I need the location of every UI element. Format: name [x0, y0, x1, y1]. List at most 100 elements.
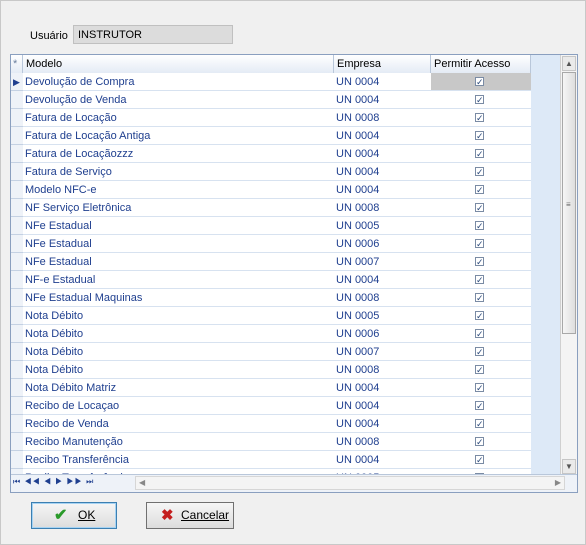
scroll-left-icon[interactable]: ◀ — [139, 477, 145, 489]
row-indicator[interactable] — [11, 451, 23, 469]
cell-model[interactable]: Nota Débito — [23, 361, 334, 379]
cell-company[interactable]: UN 0004 — [334, 451, 431, 469]
cell-model[interactable]: Recibo Manutenção — [23, 433, 334, 451]
access-checkbox[interactable]: ✓ — [475, 149, 484, 159]
navigator-buttons[interactable]: ⏮ ◀◀ ◀ ▶ ▶▶ ⏭ — [13, 477, 94, 487]
access-checkbox[interactable]: ✓ — [475, 239, 484, 249]
row-indicator[interactable] — [11, 325, 23, 343]
access-checkbox[interactable]: ✓ — [475, 77, 484, 87]
cell-company[interactable]: UN 0006 — [334, 325, 431, 343]
cell-company[interactable]: UN 0004 — [334, 163, 431, 181]
header-access[interactable]: Permitir Acesso — [431, 55, 531, 73]
access-checkbox[interactable]: ✓ — [475, 293, 484, 303]
access-checkbox[interactable]: ✓ — [475, 311, 484, 321]
row-indicator[interactable] — [11, 217, 23, 235]
table-row[interactable]: NFe Estadual UN 0006 ✓ — [11, 235, 531, 253]
access-checkbox[interactable]: ✓ — [475, 95, 484, 105]
access-checkbox[interactable]: ✓ — [475, 437, 484, 447]
scroll-down-icon[interactable]: ▼ — [562, 459, 576, 474]
cell-model[interactable]: Nota Débito — [23, 343, 334, 361]
ok-button[interactable]: ✔ OK — [31, 502, 117, 529]
cell-model[interactable]: Fatura de Locação Antiga — [23, 127, 334, 145]
cell-model[interactable]: NFe Estadual — [23, 235, 334, 253]
cell-company[interactable]: UN 0004 — [334, 271, 431, 289]
access-checkbox[interactable]: ✓ — [475, 221, 484, 231]
table-row[interactable]: Nota Débito UN 0005 ✓ — [11, 307, 531, 325]
cell-company[interactable]: UN 0004 — [334, 397, 431, 415]
table-row[interactable]: NFe Estadual UN 0007 ✓ — [11, 253, 531, 271]
row-indicator[interactable] — [11, 91, 23, 109]
cell-model[interactable]: NFe Estadual Maquinas — [23, 289, 334, 307]
cell-model[interactable]: Devolução de Compra — [23, 73, 334, 91]
cell-company[interactable]: UN 0008 — [334, 361, 431, 379]
row-indicator[interactable] — [11, 289, 23, 307]
cell-model[interactable]: Fatura de Serviço — [23, 163, 334, 181]
row-indicator[interactable] — [11, 415, 23, 433]
cell-model[interactable]: Recibo de Locaçao — [23, 397, 334, 415]
table-row[interactable]: Nota Débito UN 0007 ✓ — [11, 343, 531, 361]
cell-model[interactable]: Recibo Transferência — [23, 451, 334, 469]
cell-company[interactable]: UN 0008 — [334, 199, 431, 217]
scroll-thumb[interactable]: ≡ — [562, 72, 576, 334]
cell-company[interactable]: UN 0008 — [334, 109, 431, 127]
cancel-button[interactable]: ✖ Cancelar — [146, 502, 234, 529]
user-field[interactable]: INSTRUTOR — [73, 25, 233, 44]
table-row[interactable]: Recibo de Locaçao UN 0004 ✓ — [11, 397, 531, 415]
cell-company[interactable]: UN 0007 — [334, 253, 431, 271]
access-checkbox[interactable]: ✓ — [475, 257, 484, 267]
cell-company[interactable]: UN 0006 — [334, 235, 431, 253]
access-checkbox[interactable]: ✓ — [475, 329, 484, 339]
table-row[interactable]: NF-e Estadual UN 0004 ✓ — [11, 271, 531, 289]
access-checkbox[interactable]: ✓ — [475, 419, 484, 429]
table-row[interactable]: Modelo NFC-e UN 0004 ✓ — [11, 181, 531, 199]
row-indicator[interactable] — [11, 343, 23, 361]
scroll-up-icon[interactable]: ▲ — [562, 56, 576, 71]
table-row[interactable]: NFe Estadual Maquinas UN 0008 ✓ — [11, 289, 531, 307]
horizontal-scrollbar[interactable]: ◀ ▶ — [135, 476, 565, 490]
row-indicator[interactable] — [11, 379, 23, 397]
row-indicator[interactable]: ▶ — [11, 73, 23, 91]
cell-company[interactable]: UN 0004 — [334, 91, 431, 109]
table-row[interactable]: Nota Débito UN 0008 ✓ — [11, 361, 531, 379]
cell-model[interactable]: NF-e Estadual — [23, 271, 334, 289]
access-checkbox[interactable]: ✓ — [475, 203, 484, 213]
row-indicator[interactable] — [11, 235, 23, 253]
access-checkbox[interactable]: ✓ — [475, 455, 484, 465]
row-indicator[interactable] — [11, 163, 23, 181]
access-checkbox[interactable]: ✓ — [475, 275, 484, 285]
access-checkbox[interactable]: ✓ — [475, 347, 484, 357]
row-indicator[interactable] — [11, 253, 23, 271]
access-checkbox[interactable]: ✓ — [475, 113, 484, 123]
cell-company[interactable]: UN 0005 — [334, 307, 431, 325]
cell-model[interactable]: Nota Débito — [23, 307, 334, 325]
scroll-right-icon[interactable]: ▶ — [555, 477, 561, 489]
cell-company[interactable]: UN 0004 — [334, 415, 431, 433]
access-checkbox[interactable]: ✓ — [475, 167, 484, 177]
vertical-scrollbar[interactable]: ▲ ≡ ▼ — [560, 55, 577, 475]
table-row[interactable]: Recibo Manutenção UN 0008 ✓ — [11, 433, 531, 451]
cell-company[interactable]: UN 0008 — [334, 289, 431, 307]
cell-company[interactable]: UN 0005 — [334, 217, 431, 235]
cell-company[interactable]: UN 0008 — [334, 433, 431, 451]
row-indicator[interactable] — [11, 181, 23, 199]
access-checkbox[interactable]: ✓ — [475, 365, 484, 375]
cell-model[interactable]: NF Serviço Eletrônica — [23, 199, 334, 217]
table-row[interactable]: ▶ Devolução de Compra UN 0004 ✓ — [11, 73, 531, 91]
table-row[interactable]: Recibo Transferência UN 0004 ✓ — [11, 451, 531, 469]
table-row[interactable]: Fatura de Locaçãozzz UN 0004 ✓ — [11, 145, 531, 163]
cell-company[interactable]: UN 0004 — [334, 145, 431, 163]
cell-model[interactable]: NFe Estadual — [23, 253, 334, 271]
table-row[interactable]: Devolução de Venda UN 0004 ✓ — [11, 91, 531, 109]
cell-company[interactable]: UN 0004 — [334, 181, 431, 199]
access-checkbox[interactable]: ✓ — [475, 383, 484, 393]
cell-model[interactable]: Nota Débito — [23, 325, 334, 343]
cell-model[interactable]: Fatura de Locaçãozzz — [23, 145, 334, 163]
cell-model[interactable]: NFe Estadual — [23, 217, 334, 235]
access-checkbox[interactable]: ✓ — [475, 131, 484, 141]
cell-model[interactable]: Recibo de Venda — [23, 415, 334, 433]
row-indicator[interactable] — [11, 127, 23, 145]
access-checkbox[interactable]: ✓ — [475, 401, 484, 411]
table-row[interactable]: Recibo de Venda UN 0004 ✓ — [11, 415, 531, 433]
row-indicator[interactable] — [11, 271, 23, 289]
row-indicator[interactable] — [11, 145, 23, 163]
